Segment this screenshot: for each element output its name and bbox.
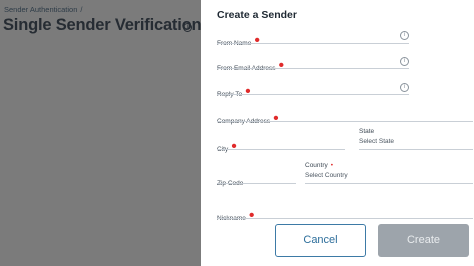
panel-title: Create a Sender — [217, 9, 297, 21]
country-label-row: Country • — [305, 162, 473, 169]
from-name-info-icon[interactable]: i — [400, 31, 409, 40]
required-marker: • — [248, 207, 255, 224]
required-marker: • — [278, 57, 285, 74]
company-address-input-line — [217, 121, 473, 122]
from-email-info-icon[interactable]: i — [400, 57, 409, 66]
zip-code-input-line — [217, 183, 296, 184]
from-email-input-line — [217, 68, 409, 69]
state-selected-value: Select State — [359, 138, 395, 145]
from-name-field[interactable]: From Name• i — [217, 31, 409, 49]
country-input-line — [305, 183, 473, 184]
create-button[interactable]: Create — [378, 224, 469, 257]
info-icon[interactable]: i — [183, 23, 192, 32]
nickname-field[interactable]: Nickname• — [217, 207, 473, 224]
create-sender-panel: Create a Sender From Name• i From Email … — [201, 0, 474, 266]
reply-to-input-line — [217, 94, 409, 95]
zip-code-field[interactable]: Zip Code — [217, 172, 296, 187]
breadcrumb: Sender Authentication / — [4, 5, 82, 14]
country-label: Country — [305, 162, 328, 169]
required-marker: • — [330, 162, 334, 169]
required-marker: • — [254, 32, 260, 49]
required-marker: • — [245, 83, 251, 100]
required-marker: • — [273, 110, 279, 127]
state-label: State — [359, 128, 375, 135]
from-name-input-line — [217, 43, 409, 44]
reply-to-info-icon[interactable]: i — [400, 83, 409, 92]
state-input-line — [359, 149, 473, 150]
state-select[interactable]: State Select State — [359, 128, 473, 150]
breadcrumb-link-sender-authentication[interactable]: Sender Authentication — [4, 5, 77, 14]
nickname-input-line — [217, 218, 473, 219]
company-address-field[interactable]: Company Address• — [217, 110, 473, 127]
page-title: Single Sender Verification — [3, 16, 201, 34]
cancel-button[interactable]: Cancel — [275, 224, 366, 257]
backdrop-overlay: Sender Authentication / Single Sender Ver… — [0, 0, 201, 266]
country-select[interactable]: Country • Select Country — [305, 162, 473, 184]
required-marker: • — [231, 138, 237, 155]
breadcrumb-separator: / — [80, 5, 83, 14]
from-email-field[interactable]: From Email Address• i — [217, 57, 409, 74]
reply-to-field[interactable]: Reply To• i — [217, 83, 409, 100]
country-selected-value: Select Country — [305, 172, 348, 179]
city-input-line — [217, 149, 345, 150]
city-field[interactable]: City• — [217, 138, 345, 155]
